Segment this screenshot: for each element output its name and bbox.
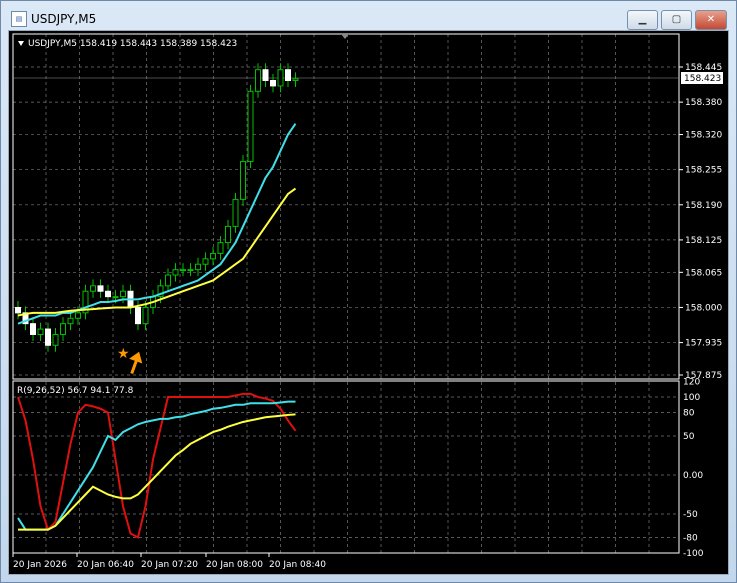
bull-candle xyxy=(277,69,284,87)
indicator-tick-label: -80 xyxy=(683,533,698,543)
price-tick-label: 158.065 xyxy=(685,268,722,278)
price-tick-label: 158.125 xyxy=(685,236,722,246)
bull-candle xyxy=(202,258,209,265)
bull-candle xyxy=(195,263,201,271)
time-tick-label: 20 Jan 08:00 xyxy=(206,560,263,570)
current-price-label: 158.423 xyxy=(684,74,721,84)
price-tick-label: 158.255 xyxy=(685,166,722,176)
indicator-tick-label: -100 xyxy=(683,549,704,559)
bull-candle xyxy=(165,274,171,287)
bull-candle xyxy=(52,333,59,346)
bear-candle xyxy=(270,80,276,87)
time-tick-label: 20 Jan 06:40 xyxy=(77,560,134,570)
bear-candle xyxy=(30,323,36,335)
price-tick-label: 158.380 xyxy=(685,98,722,108)
bull-candle xyxy=(255,69,261,92)
chart-window-icon: ▤ xyxy=(11,11,27,27)
price-tick-label: 158.320 xyxy=(685,131,722,141)
indicator-tick-label: 50 xyxy=(683,432,695,442)
time-tick-label: 20 Jan 08:40 xyxy=(269,560,326,570)
time-tick-label: 20 Jan 2026 xyxy=(13,560,67,570)
bull-candle xyxy=(142,306,149,325)
indicator-tick-label: 100 xyxy=(683,393,700,403)
price-tick-label: 158.445 xyxy=(685,63,722,73)
chart-svg[interactable]: USDJPY,M5 158.419 158.443 158.389 158.42… xyxy=(9,31,728,574)
time-tick-label: 20 Jan 07:20 xyxy=(141,560,198,570)
indicator-red-line xyxy=(17,392,297,539)
bull-candle xyxy=(112,296,119,299)
indicator-tick-label: 120 xyxy=(683,377,700,387)
signal-star-icon: ★ xyxy=(117,346,130,362)
bull-candle xyxy=(240,161,246,200)
bull-candle xyxy=(67,317,74,325)
indicator-tick-label: -50 xyxy=(683,510,698,520)
bear-candle xyxy=(135,306,141,325)
indicator-axis: 120 100 80 50 0.00 -50 -80 -100 xyxy=(683,377,704,559)
indicator-tick-label: 80 xyxy=(683,409,695,419)
indicator-label: R(9,26,52) 56.7 94.1 77.8 xyxy=(17,386,134,396)
price-tick-label: 158.000 xyxy=(685,303,722,313)
candles xyxy=(15,63,299,352)
close-button[interactable]: ✕ xyxy=(695,10,727,30)
indicator-tick-label: 0.00 xyxy=(683,471,703,481)
bull-candle xyxy=(232,198,239,227)
chart-header: USDJPY,M5 158.419 158.443 158.389 158.42… xyxy=(28,39,237,49)
time-axis[interactable]: 20 Jan 2026 20 Jan 06:40 20 Jan 07:20 20 Ja… xyxy=(12,553,326,570)
bull-candle xyxy=(60,323,66,335)
minimize-button[interactable]: ▁ xyxy=(627,10,658,30)
bull-candle xyxy=(210,252,216,260)
ma-slow-line xyxy=(17,187,297,317)
grid xyxy=(13,34,679,553)
bull-candle xyxy=(292,78,299,82)
window-title: USDJPY,M5 xyxy=(31,12,97,26)
bear-candle xyxy=(285,69,291,82)
price-axis[interactable]: 158.445 158.380 158.320 158.255 158.190 158.1… xyxy=(679,63,722,381)
bull-candle xyxy=(75,312,81,319)
maximize-button[interactable]: ▢ xyxy=(661,10,692,30)
indicator-cyan-line xyxy=(17,400,296,531)
price-tick-label: 157.935 xyxy=(685,339,722,349)
bull-candle xyxy=(225,225,231,244)
ma-fast-line xyxy=(17,123,297,325)
bear-candle xyxy=(45,328,51,346)
indicator-yellow-line xyxy=(18,413,296,531)
bull-candle xyxy=(120,290,126,298)
bull-candle xyxy=(37,328,44,335)
bull-candle xyxy=(217,242,224,254)
bull-candle xyxy=(172,269,179,276)
bear-candle xyxy=(15,306,21,314)
bear-candle xyxy=(262,69,269,82)
bull-candle xyxy=(247,90,254,163)
bull-candle xyxy=(180,269,186,272)
bull-candle xyxy=(90,285,96,292)
dropdown-triangle-icon[interactable] xyxy=(18,41,24,46)
price-tick-label: 158.190 xyxy=(685,201,722,211)
bull-candle xyxy=(187,269,194,272)
bear-candle xyxy=(105,290,111,298)
bear-candle xyxy=(97,285,104,292)
main-panel-border xyxy=(12,33,680,380)
chart-area[interactable]: USDJPY,M5 158.419 158.443 158.389 158.42… xyxy=(8,30,729,575)
